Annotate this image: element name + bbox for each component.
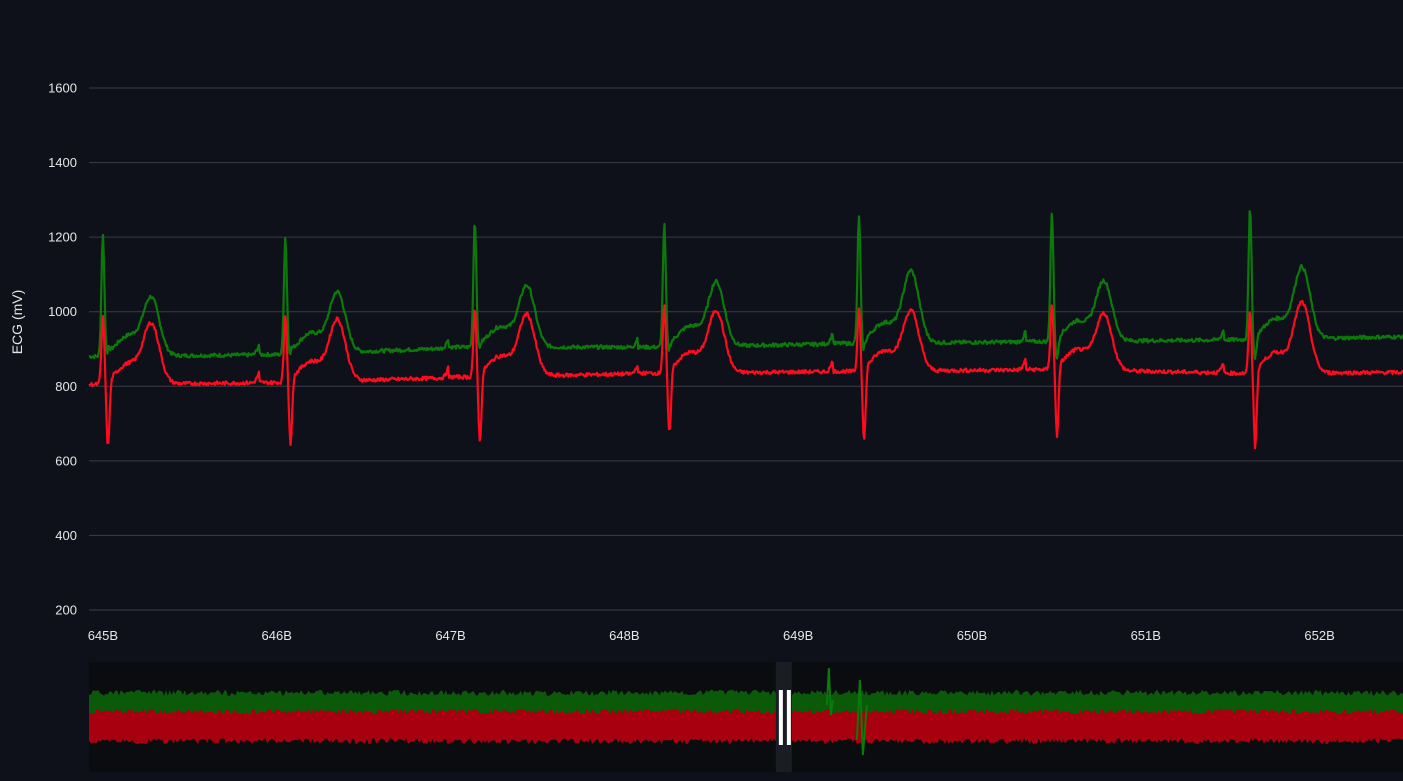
y-tick-label: 1600 (48, 81, 77, 96)
x-tick-label: 646B (262, 628, 292, 643)
x-tick-label: 650B (957, 628, 987, 643)
ecg-chart: 200 400 600 800 1000 1200 1400 1600 645B 646B 647… (9, 81, 1403, 772)
x-axis-ticks: 645B 646B 647B 648B 649B 650B 651B 652B (88, 628, 1335, 643)
series-line-red (88, 299, 1403, 450)
x-tick-label: 651B (1131, 628, 1161, 643)
x-tick-label: 645B (88, 628, 118, 643)
x-tick-label: 649B (783, 628, 813, 643)
y-tick-label: 800 (55, 379, 77, 394)
range-slider-handle-left[interactable] (778, 690, 783, 745)
series-lines (88, 210, 1403, 450)
y-tick-label: 1400 (48, 155, 77, 170)
y-tick-label: 1000 (48, 304, 77, 319)
y-tick-label: 600 (55, 453, 77, 468)
y-tick-label: 400 (55, 528, 77, 543)
x-tick-label: 648B (609, 628, 639, 643)
y-tick-label: 1200 (48, 230, 77, 245)
x-tick-label: 652B (1304, 628, 1334, 643)
range-slider-red-band (89, 708, 1403, 745)
y-axis-ticks: 200 400 600 800 1000 1200 1400 1600 (48, 81, 77, 618)
x-tick-label: 647B (435, 628, 465, 643)
range-slider[interactable] (89, 662, 1403, 772)
range-slider-handle-right[interactable] (786, 690, 791, 745)
y-tick-label: 200 (55, 603, 77, 618)
y-axis-label: ECG (mV) (9, 290, 25, 355)
